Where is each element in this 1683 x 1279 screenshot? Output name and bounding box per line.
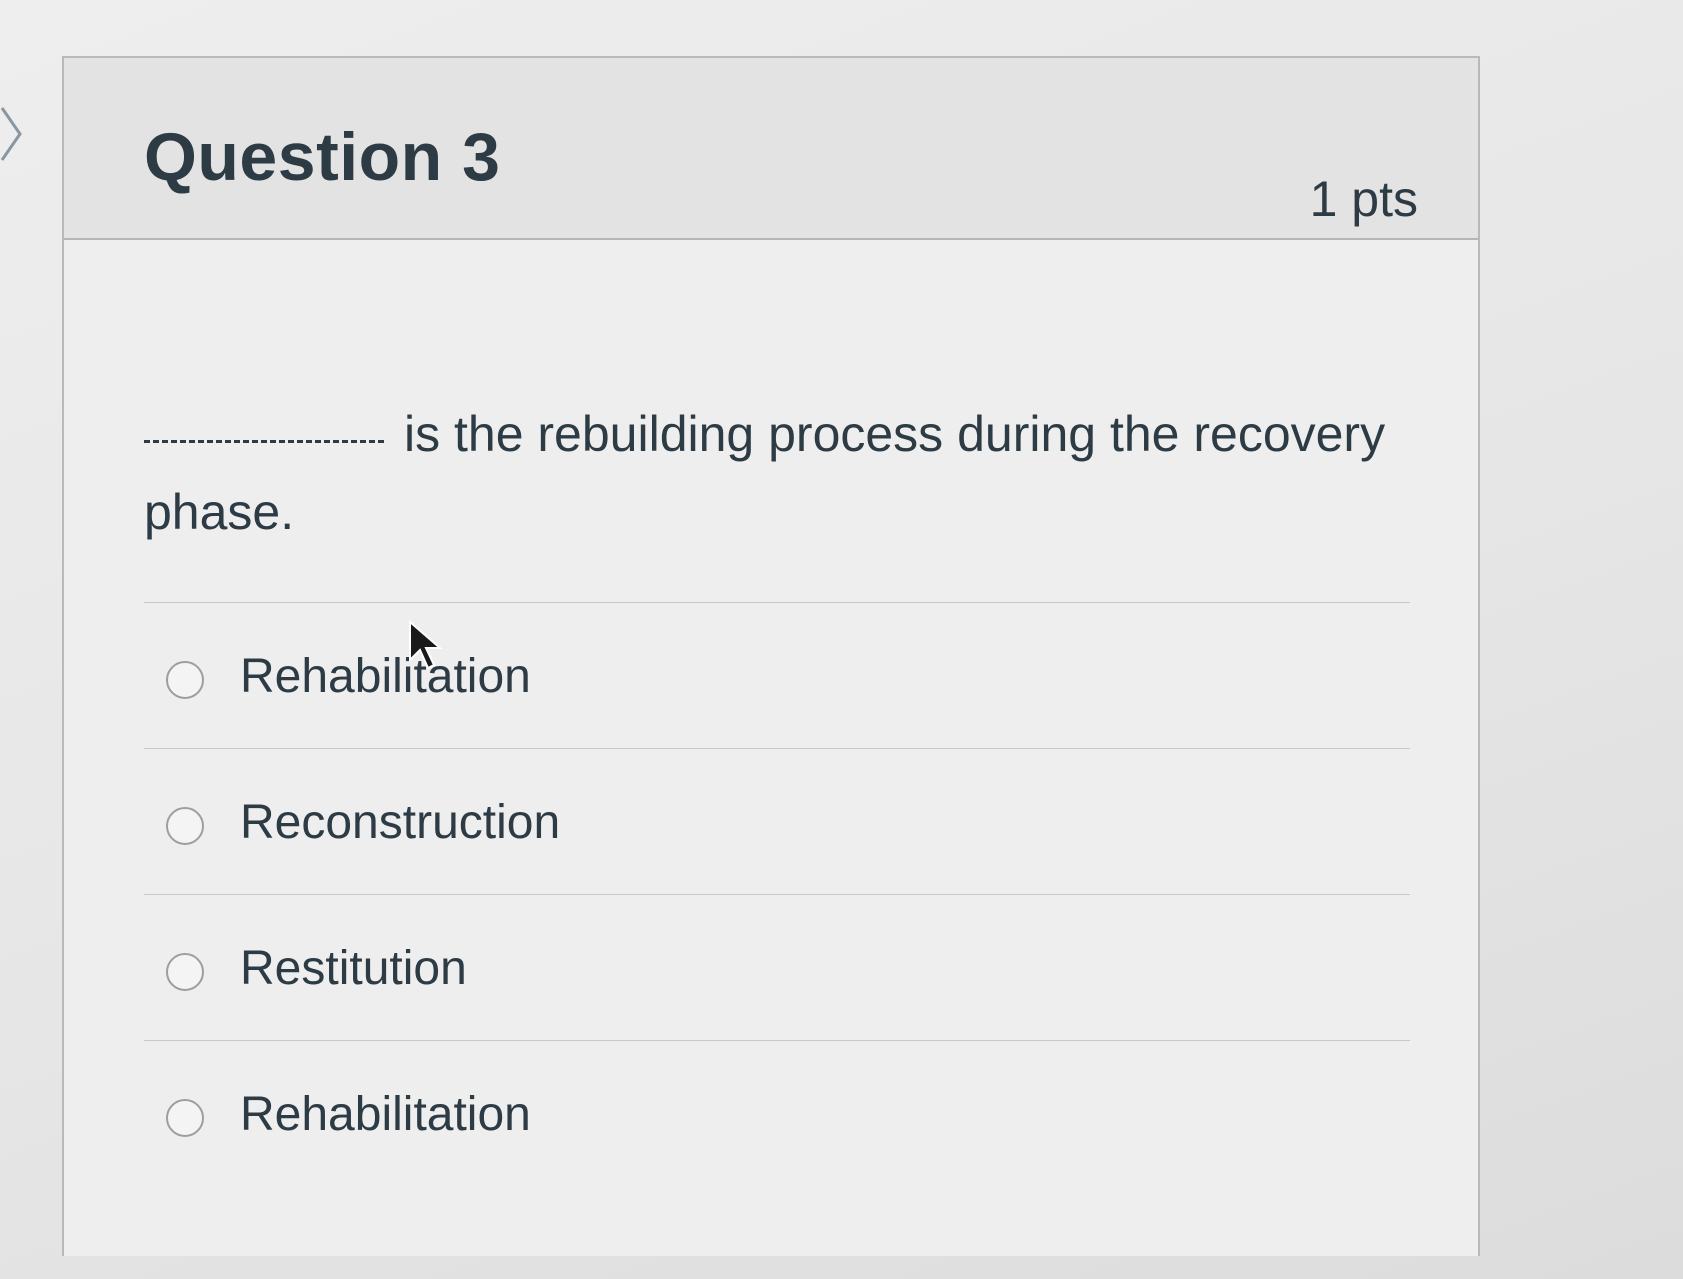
question-body: is the rebuilding process during the rec… bbox=[64, 240, 1478, 1256]
answer-list: Rehabilitation Reconstruction Restitutio… bbox=[144, 602, 1410, 1186]
screen: Question 3 1 pts is the rebuilding proce… bbox=[0, 0, 1683, 1279]
radio-button[interactable] bbox=[166, 1099, 204, 1137]
answer-option[interactable]: Reconstruction bbox=[144, 748, 1410, 894]
radio-button[interactable] bbox=[166, 953, 204, 991]
answer-option[interactable]: Rehabilitation bbox=[144, 602, 1410, 748]
question-title: Question 3 bbox=[144, 119, 501, 195]
question-text: is the rebuilding process during the rec… bbox=[144, 395, 1404, 551]
mouse-cursor-icon bbox=[409, 620, 443, 670]
radio-button[interactable] bbox=[166, 807, 204, 845]
answer-label[interactable]: Rehabilitation bbox=[240, 1087, 531, 1142]
answer-label[interactable]: Restitution bbox=[240, 941, 467, 996]
radio-button[interactable] bbox=[166, 661, 204, 699]
answer-option[interactable]: Restitution bbox=[144, 894, 1410, 1040]
chevron-right-icon[interactable] bbox=[0, 104, 24, 164]
answer-label[interactable]: Rehabilitation bbox=[240, 649, 531, 704]
answer-label[interactable]: Reconstruction bbox=[240, 795, 560, 850]
question-card: Question 3 1 pts is the rebuilding proce… bbox=[62, 56, 1480, 1256]
answer-option[interactable]: Rehabilitation bbox=[144, 1040, 1410, 1186]
question-header: Question 3 1 pts bbox=[64, 58, 1478, 240]
question-prompt: is the rebuilding process during the rec… bbox=[144, 406, 1386, 540]
fill-in-blank bbox=[144, 434, 384, 443]
question-points: 1 pts bbox=[1309, 171, 1418, 227]
